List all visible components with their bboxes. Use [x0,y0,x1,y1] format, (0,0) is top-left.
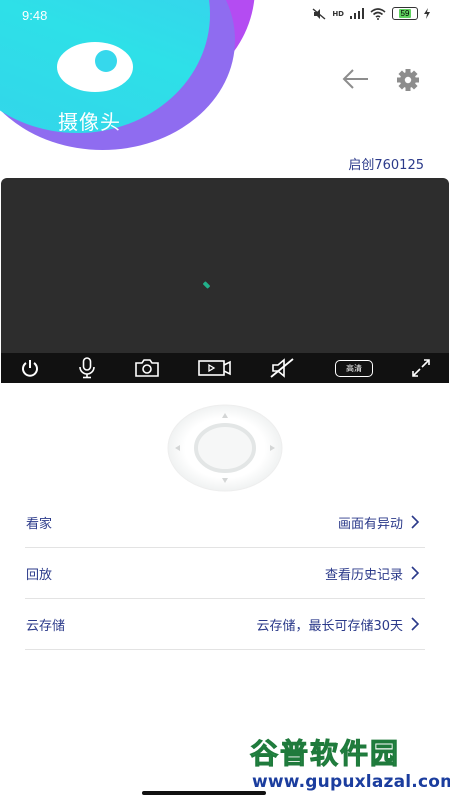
power-icon [22,360,38,377]
menu-item-label: 云存储 [26,619,66,634]
record-button[interactable] [197,353,233,383]
microphone-button[interactable] [75,353,99,383]
chevron-right-icon [411,515,420,529]
fullscreen-button[interactable] [409,353,433,383]
logo-pupil [95,50,117,72]
ptz-direction-pad[interactable] [166,403,284,493]
device-name: 启创760125 [348,158,424,173]
menu-item-value: 云存储，最长可存储30天 [256,619,403,634]
power-button[interactable] [18,353,42,383]
camera-logo-icon [57,42,133,92]
settings-button[interactable] [392,64,424,96]
watermark-title: 谷普软件园 [249,737,401,771]
battery-level: 59 [398,9,412,18]
back-button[interactable] [338,62,372,96]
watermark: 谷普软件园 www.gupuxlazal.com [246,728,450,800]
menu-item-value: 画面有异动 [337,517,403,532]
mute-icon [312,7,326,20]
menu-item-home-watch[interactable]: 看家 画面有异动 [25,497,425,548]
quality-toggle[interactable]: 高清 [331,353,377,383]
ptz-center-button[interactable] [194,423,256,473]
video-record-icon [198,360,231,376]
chevron-right-icon [411,617,420,631]
menu-item-label: 回放 [26,568,53,583]
snapshot-button[interactable] [133,353,161,383]
chevron-right-icon [411,566,420,580]
video-control-bar: 高清 [1,353,449,383]
gear-icon [397,69,419,91]
status-bar: 9:48 HD 59 [0,0,450,32]
home-indicator[interactable] [142,791,266,795]
status-icons: HD 59 [312,7,430,20]
status-time: 9:48 [22,8,48,23]
camera-icon [135,359,159,377]
battery-icon: 59 [392,7,418,20]
menu-item-label: 看家 [26,517,53,532]
speaker-mute-button[interactable] [268,353,296,383]
speaker-off-icon [270,358,294,378]
feature-menu: 看家 画面有异动 回放 查看历史记录 云存储 云存储，最长可存储30天 [25,497,425,650]
microphone-icon [79,357,95,379]
arrow-left-icon [342,69,368,89]
menu-item-value: 查看历史记录 [324,568,403,583]
wifi-icon [370,7,386,20]
menu-item-playback[interactable]: 回放 查看历史记录 [25,548,425,599]
quality-label: 高清 [335,359,373,377]
charging-icon [424,8,430,19]
network-type-label: HD [332,9,344,18]
watermark-url: www.gupuxlazal.com [252,772,450,792]
menu-item-cloud-storage[interactable]: 云存储 云存储，最长可存储30天 [25,599,425,650]
signal-icon [350,8,364,19]
app-title: 摄像头 [58,110,121,134]
fullscreen-icon [412,359,430,377]
